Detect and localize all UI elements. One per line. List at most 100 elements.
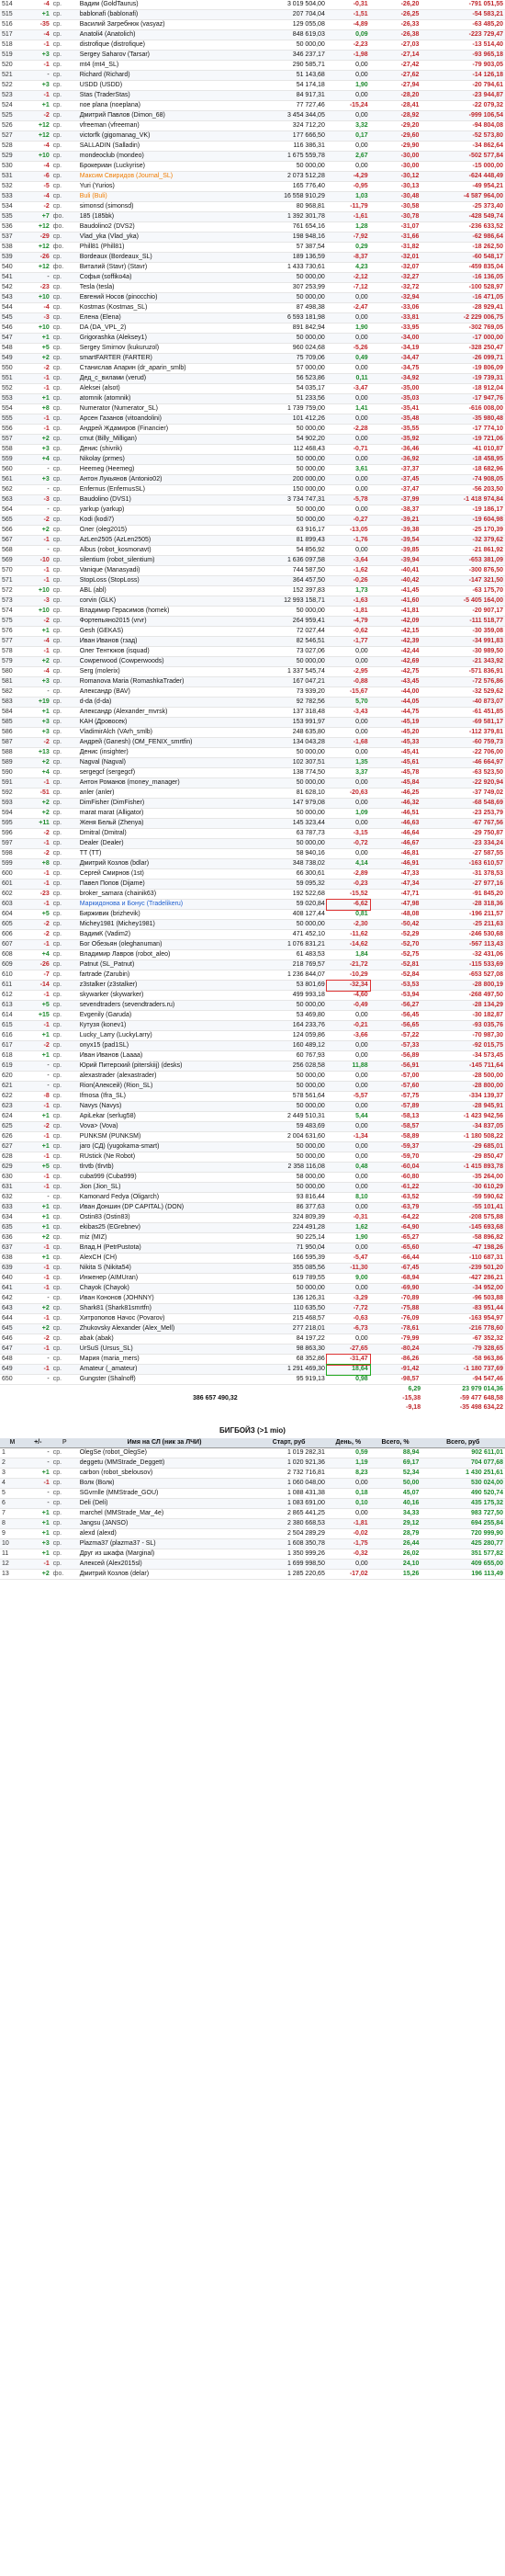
trader-name-cell[interactable]: Иван Доншин (DP CAPITAL) (DON) xyxy=(77,1202,252,1213)
trader-name-cell[interactable]: 185 (185bk) xyxy=(77,211,252,222)
trader-name-cell[interactable]: USDD (USDD) xyxy=(77,80,252,91)
trader-name-cell[interactable]: Иван Иванов (Laaaa) xyxy=(77,1050,252,1061)
trader-name-cell[interactable]: smartFARTER (FARTER) xyxy=(77,353,252,364)
trader-name-cell[interactable]: Vanique (Manasyadi) xyxy=(77,565,252,576)
trader-name-cell[interactable]: Олег Тентюков (isquad) xyxy=(77,646,252,657)
trader-name-cell[interactable]: vfreeman (vfreeman) xyxy=(77,120,252,131)
trader-name-cell[interactable]: Ifmosa (Ifra_SL) xyxy=(77,1091,252,1102)
trader-name-cell[interactable]: Bordeaux (Bordeaux_SL) xyxy=(77,252,252,263)
trader-name-cell[interactable]: d-da (d-da) xyxy=(77,697,252,708)
trader-name-cell[interactable]: atomnik (atomnik) xyxy=(77,393,252,404)
trader-name-cell[interactable]: Маркидонова и Бонус (Tradelikeru) xyxy=(77,899,252,910)
trader-name-cell[interactable]: Deli (Deli) xyxy=(77,1498,252,1509)
trader-name-cell[interactable]: Влад.Н (PetrPustota) xyxy=(77,1243,252,1254)
trader-name-cell[interactable]: Антон Лукьянов (Antonio02) xyxy=(77,474,252,485)
trader-name-cell[interactable]: cmut (Billy_Milligan) xyxy=(77,434,252,445)
trader-name-cell[interactable]: Nikolay (prmes) xyxy=(77,454,252,465)
trader-name-cell[interactable]: Дмитрий Козлов (bdlar) xyxy=(77,858,252,869)
trader-name-cell[interactable]: Фортепьяно2015 (vrvr) xyxy=(77,616,252,627)
trader-name-cell[interactable]: victorfk (gigomanag_VK) xyxy=(77,131,252,142)
trader-name-cell[interactable]: z3stalker (z3stalker) xyxy=(77,980,252,991)
trader-name-cell[interactable]: Chayok (Chayok) xyxy=(77,1283,252,1294)
trader-name-cell[interactable]: Amateur (_amateur) xyxy=(77,1364,252,1375)
trader-name-cell[interactable]: Vlad_yka (Vlad_yka) xyxy=(77,232,252,243)
trader-name-cell[interactable]: Michey1981 (Michey1981) xyxy=(77,919,252,930)
trader-name-cell[interactable]: Василий Загребнюк (vasyaz) xyxy=(77,19,252,30)
trader-name-cell[interactable]: Numerator (Numerator_SL) xyxy=(77,403,252,414)
trader-name-cell[interactable]: Dmitral (Dmitral) xyxy=(77,828,252,839)
trader-name-cell[interactable]: Richard (Richard) xyxy=(77,70,252,81)
trader-name-cell[interactable]: Aleksei (alsot) xyxy=(77,383,252,394)
trader-name-cell[interactable]: Romanova Maria (RomashkaTrader) xyxy=(77,676,252,687)
trader-name-cell[interactable]: anler (anler) xyxy=(77,788,252,799)
trader-name-cell[interactable]: AlexCH (CH) xyxy=(77,1253,252,1264)
trader-name-cell[interactable]: Хитропопов Начос (Povarov) xyxy=(77,1313,252,1324)
trader-name-cell[interactable]: Мария (maria_mers) xyxy=(77,1354,252,1365)
trader-name-cell[interactable]: Sergey Saharov (Tarsar) xyxy=(77,50,252,61)
trader-name-cell[interactable]: RUstick (Ne Robot) xyxy=(77,1152,252,1163)
trader-name-cell[interactable]: jaro (СД) (yugokama-smart) xyxy=(77,1141,252,1152)
trader-name-cell[interactable]: Patnut (SL_Patnut) xyxy=(77,959,252,970)
trader-name-cell[interactable]: ApiLekar (serlug58) xyxy=(77,1111,252,1122)
trader-name-cell[interactable]: KAH (Дровосек) xyxy=(77,717,252,728)
trader-name-cell[interactable]: Rion(Алексей) (Rion_SL) xyxy=(77,1081,252,1092)
trader-name-cell[interactable]: SGvrnlle (MMStrade_GOU) xyxy=(77,1488,252,1499)
trader-name-cell[interactable]: Albus (robot_kosmonavt) xyxy=(77,545,252,556)
trader-name-cell[interactable]: Baudolino (DVS1) xyxy=(77,494,252,505)
trader-name-cell[interactable]: Антон Романов (money_manager) xyxy=(77,777,252,789)
trader-name-cell[interactable]: Иван Кононов (JOHNNY) xyxy=(77,1293,252,1304)
trader-name-cell[interactable]: Женя Бельй (Zhenya) xyxy=(77,818,252,829)
trader-name-cell[interactable]: Максим Свиридов (Journal_SL) xyxy=(77,171,252,182)
trader-name-cell[interactable]: Владимир Лавров (robot_aleo) xyxy=(77,949,252,960)
trader-name-cell[interactable]: Вадим (GoldTaurus) xyxy=(77,0,252,10)
trader-name-cell[interactable]: Gesh (GEKAS) xyxy=(77,626,252,637)
trader-name-cell[interactable]: Друг из шкафа (Marginal) xyxy=(77,1549,252,1560)
trader-name-cell[interactable]: AzLen2505 (AzLen2505) xyxy=(77,535,252,546)
trader-name-cell[interactable]: ВадимК (Vadim2) xyxy=(77,929,252,940)
trader-name-cell[interactable]: VladimirAlch (VArh_smlb) xyxy=(77,727,252,738)
trader-name-cell[interactable]: alexastrader (alexastrader) xyxy=(77,1071,252,1082)
trader-name-cell[interactable]: Павел Попов (Dijame) xyxy=(77,879,252,890)
trader-name-cell[interactable]: Юрий Питерский (piterskiij) (desks) xyxy=(77,1061,252,1072)
trader-name-cell[interactable]: PUNKSM (PUNKSM) xyxy=(77,1131,252,1142)
trader-name-cell[interactable]: Евгений Носов (pinocchio) xyxy=(77,292,252,303)
trader-name-cell[interactable]: Lucky_Larry (LuckyLarry) xyxy=(77,1030,252,1041)
trader-name-cell[interactable]: UrSuS (Ursus_SL) xyxy=(77,1344,252,1355)
trader-name-cell[interactable]: tlrvtb (tlrvtb) xyxy=(77,1162,252,1173)
trader-name-cell[interactable]: Владимир Герасимов (homek) xyxy=(77,606,252,617)
trader-name-cell[interactable]: Grigorashka (Aleksey1) xyxy=(77,333,252,344)
trader-name-cell[interactable]: Андрей (Ganesh) (OM_FENIX_smrtfin) xyxy=(77,737,252,748)
trader-name-cell[interactable]: mt4 (mt4_SL) xyxy=(77,60,252,71)
trader-name-cell[interactable]: Андрей Ждамиров (Financier) xyxy=(77,424,252,435)
trader-name-cell[interactable]: Александр (BAV) xyxy=(77,687,252,698)
trader-name-cell[interactable]: Инженер (AIMUran) xyxy=(77,1273,252,1284)
trader-name-cell[interactable]: Enfernus (EnfernusSL) xyxy=(77,484,252,495)
trader-name-cell[interactable]: Софья (soffiko4a) xyxy=(77,272,252,283)
trader-name-cell[interactable]: Baudolino2 (DVS2) xyxy=(77,221,252,233)
trader-name-cell[interactable]: Phill81 (Phill81) xyxy=(77,242,252,253)
trader-name-cell[interactable]: Evgenily (Garuda) xyxy=(77,1010,252,1021)
trader-name-cell[interactable]: Serg (molerix) xyxy=(77,666,252,677)
trader-name-cell[interactable]: OlegSe (robot_OlegSe) xyxy=(77,1447,252,1458)
trader-name-cell[interactable]: Stas (TraderStas) xyxy=(77,90,252,101)
trader-name-cell[interactable]: Jion (Jion_SL) xyxy=(77,1182,252,1193)
trader-name-cell[interactable]: Gungster (Shalnoff) xyxy=(77,1374,252,1385)
trader-name-cell[interactable]: StopLoss (StopLoss) xyxy=(77,575,252,586)
trader-name-cell[interactable]: Иван Иванов (гзад) xyxy=(77,636,252,647)
trader-name-cell[interactable]: Anatoli4 (Anatolich) xyxy=(77,29,252,40)
trader-name-cell[interactable]: noe plana (noeplana) xyxy=(77,100,252,111)
trader-name-cell[interactable]: Елена (Elena) xyxy=(77,312,252,323)
trader-name-cell[interactable]: broker_samara (chainik63) xyxy=(77,889,252,900)
trader-name-cell[interactable]: skywarker (skywarker) xyxy=(77,990,252,1001)
trader-name-cell[interactable]: Бог Обезьян (oleghanuman) xyxy=(77,939,252,950)
trader-name-cell[interactable]: Shark81 (Shark81smrtfn) xyxy=(77,1303,252,1314)
trader-name-cell[interactable]: DimFisher (DimFisher) xyxy=(77,798,252,809)
trader-name-cell[interactable]: Yuri (Yurios) xyxy=(77,181,252,192)
trader-name-cell[interactable]: Брокериан (Luckyrise) xyxy=(77,161,252,172)
trader-name-cell[interactable]: Kodi (kodi7) xyxy=(77,515,252,526)
trader-name-cell[interactable]: ABL (abl) xyxy=(77,585,252,596)
trader-name-cell[interactable]: DA (DA_VPL_2) xyxy=(77,323,252,334)
trader-name-cell[interactable]: sevendtraders (sevendtraders.ru) xyxy=(77,1000,252,1011)
trader-name-cell[interactable]: corvin (GLK) xyxy=(77,596,252,607)
trader-name-cell[interactable]: onyx15 (pad1SL) xyxy=(77,1040,252,1051)
